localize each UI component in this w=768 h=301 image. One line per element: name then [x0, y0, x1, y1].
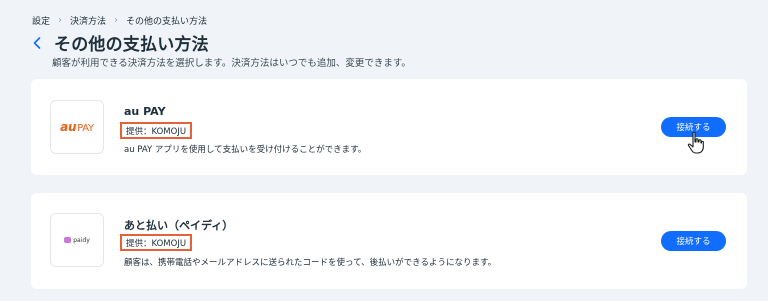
breadcrumb-current: その他の支払い方法 — [126, 17, 208, 27]
page-title: その他の支払い方法 — [54, 35, 209, 55]
provider-label: 提供：KOMOJU — [120, 122, 193, 139]
provider-label: 提供：KOMOJU — [120, 234, 193, 251]
paidy-logo-text: paidy — [73, 236, 90, 244]
payment-method-card-paidy: paidy あと払い（ペイディ） 提供：KOMOJU 顧客は、携帯電話やメールア… — [31, 193, 747, 289]
page-subtitle: 顧客が利用できる決済方法を選択します。決済方法はいつでも追加、変更できます。 — [52, 58, 411, 69]
breadcrumb: 設定 › 決済方法 › その他の支払い方法 — [32, 14, 207, 27]
method-description: 顧客は、携帯電話やメールアドレスに送られたコードを使って、後払いができるようにな… — [124, 258, 497, 268]
paidy-logo: paidy — [50, 213, 104, 267]
aupay-logo-au: au — [60, 120, 77, 134]
chevron-left-icon[interactable] — [30, 34, 44, 52]
page-header: その他の支払い方法 — [30, 30, 209, 55]
breadcrumb-separator: › — [58, 15, 63, 26]
method-name: あと払い（ペイディ） — [124, 219, 234, 232]
payment-method-card-aupay: auPAY au PAY 提供：KOMOJU au PAY アプリを使用して支払… — [31, 79, 747, 175]
method-name: au PAY — [124, 105, 166, 118]
connect-button[interactable]: 接続する — [661, 231, 726, 251]
paidy-mark-icon — [64, 237, 72, 243]
aupay-logo-pay: PAY — [77, 123, 94, 134]
aupay-logo: auPAY — [50, 100, 104, 154]
hand-cursor-icon — [686, 131, 706, 155]
breadcrumb-settings[interactable]: 設定 — [32, 14, 50, 27]
breadcrumb-separator: › — [114, 15, 119, 26]
method-description: au PAY アプリを使用して支払いを受け付けることができます。 — [124, 145, 367, 155]
breadcrumb-payment-methods[interactable]: 決済方法 — [70, 14, 106, 27]
